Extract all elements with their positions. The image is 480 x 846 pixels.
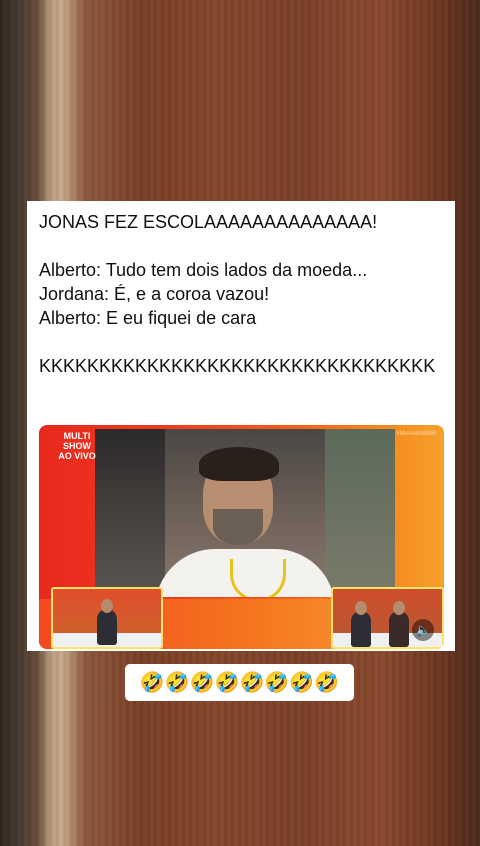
emoji-caption: 🤣🤣🤣🤣🤣🤣🤣🤣 [125,664,354,701]
lanyard [230,559,286,597]
post-card: JONAS FEZ ESCOLAAAAAAAAAAAAAA! Alberto: … [27,201,455,651]
post-text: JONAS FEZ ESCOLAAAAAAAAAAAAAA! Alberto: … [39,212,436,376]
video-main-frame [95,429,395,597]
person-beard [213,509,263,545]
watermark: #MeseemiBBB [396,431,436,437]
video-player[interactable]: MULTI SHOW AO VIVO #MeseemiBBB 🔈 [39,425,444,649]
studio-thumbnail-left [51,587,163,649]
channel-logo: MULTI SHOW AO VIVO [58,431,96,461]
person-hair [199,447,279,481]
speaker-icon[interactable]: 🔈 [412,619,434,641]
